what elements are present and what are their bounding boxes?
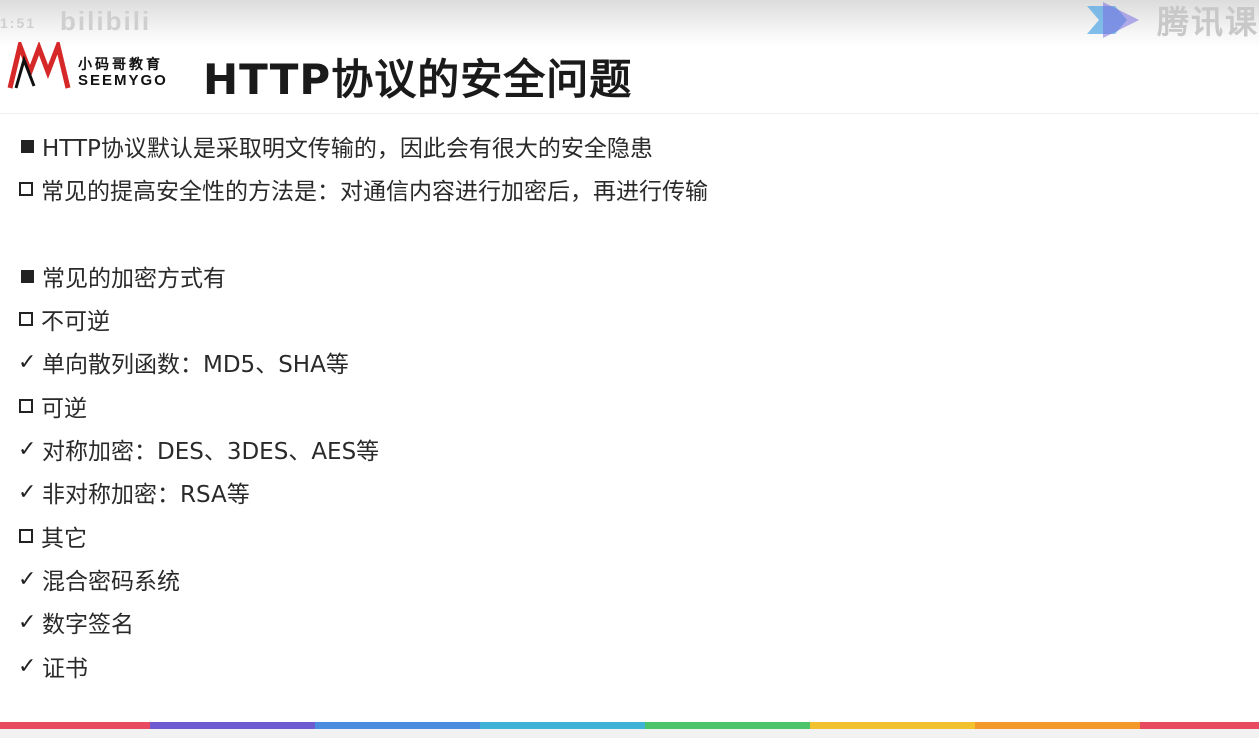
list-item: ✓ 证书 xyxy=(18,646,88,686)
list-item-text: 对称加密：DES、3DES、AES等 xyxy=(42,439,380,465)
list-item-text: 数字签名 xyxy=(42,612,134,638)
hollow-square-icon xyxy=(19,399,33,413)
list-item: 可逆 xyxy=(18,386,87,426)
logo-chinese-text: 小码哥教育 xyxy=(78,57,163,73)
filled-square-icon xyxy=(21,269,34,283)
check-icon: ✓ xyxy=(18,349,37,375)
watermark-timestamp: 1:51 xyxy=(0,15,37,32)
tencent-watermark: 腾讯课 xyxy=(1081,0,1259,41)
hollow-square-icon xyxy=(19,182,33,196)
top-fade xyxy=(0,0,1259,48)
check-icon: ✓ xyxy=(18,653,37,679)
list-item-text: 不可逆 xyxy=(41,309,110,335)
color-bar xyxy=(0,722,1259,729)
list-item: ✓ 数字签名 xyxy=(18,602,134,642)
check-icon: ✓ xyxy=(18,566,37,592)
filled-square-icon xyxy=(21,139,34,153)
list-item: 常见的提高安全性的方法是：对通信内容进行加密后，再进行传输 xyxy=(18,169,708,209)
check-icon: ✓ xyxy=(18,436,37,462)
list-item-text: 可逆 xyxy=(41,396,87,422)
watermark-label: 腾讯课 xyxy=(1156,3,1259,41)
footer-strip xyxy=(0,729,1259,738)
list-item: ✓ 单向散列函数：MD5、SHA等 xyxy=(18,342,349,382)
logo-english-text: SEEMYGO xyxy=(78,72,168,89)
list-item-text: 非对称加密：RSA等 xyxy=(42,482,250,508)
list-item: ✓ 混合密码系统 xyxy=(18,559,180,599)
list-item-text: 其它 xyxy=(41,526,87,552)
list-item-text: 证书 xyxy=(42,656,88,682)
hollow-square-icon xyxy=(19,529,33,543)
list-item: HTTP协议默认是采取明文传输的，因此会有很大的安全隐患 xyxy=(18,126,653,166)
list-item: 不可逆 xyxy=(18,299,110,339)
list-item: ✓ 非对称加密：RSA等 xyxy=(18,472,250,512)
list-item-text: 常见的加密方式有 xyxy=(42,266,226,292)
list-item-text: 混合密码系统 xyxy=(42,569,180,595)
play-icon xyxy=(1086,2,1139,38)
page-title: HTTP协议的安全问题 xyxy=(203,55,633,104)
check-icon: ✓ xyxy=(18,479,37,505)
list-item-text: HTTP协议默认是采取明文传输的，因此会有很大的安全隐患 xyxy=(42,136,653,162)
hollow-square-icon xyxy=(19,312,33,326)
list-item-text: 单向散列函数：MD5、SHA等 xyxy=(42,352,349,378)
bilibili-watermark: 1:51 bilibili xyxy=(0,6,151,37)
list-item-text: 常见的提高安全性的方法是：对通信内容进行加密后，再进行传输 xyxy=(41,179,708,205)
title-divider xyxy=(0,113,1259,114)
check-icon: ✓ xyxy=(18,609,37,635)
list-item: 其它 xyxy=(18,516,87,556)
logo-mark-icon xyxy=(7,42,71,89)
list-item: ✓ 对称加密：DES、3DES、AES等 xyxy=(18,429,379,469)
watermark-label: bilibili xyxy=(60,6,152,36)
list-item: 常见的加密方式有 xyxy=(18,256,226,296)
brand-logo: 小码哥教育 SEEMYGO xyxy=(6,42,176,92)
